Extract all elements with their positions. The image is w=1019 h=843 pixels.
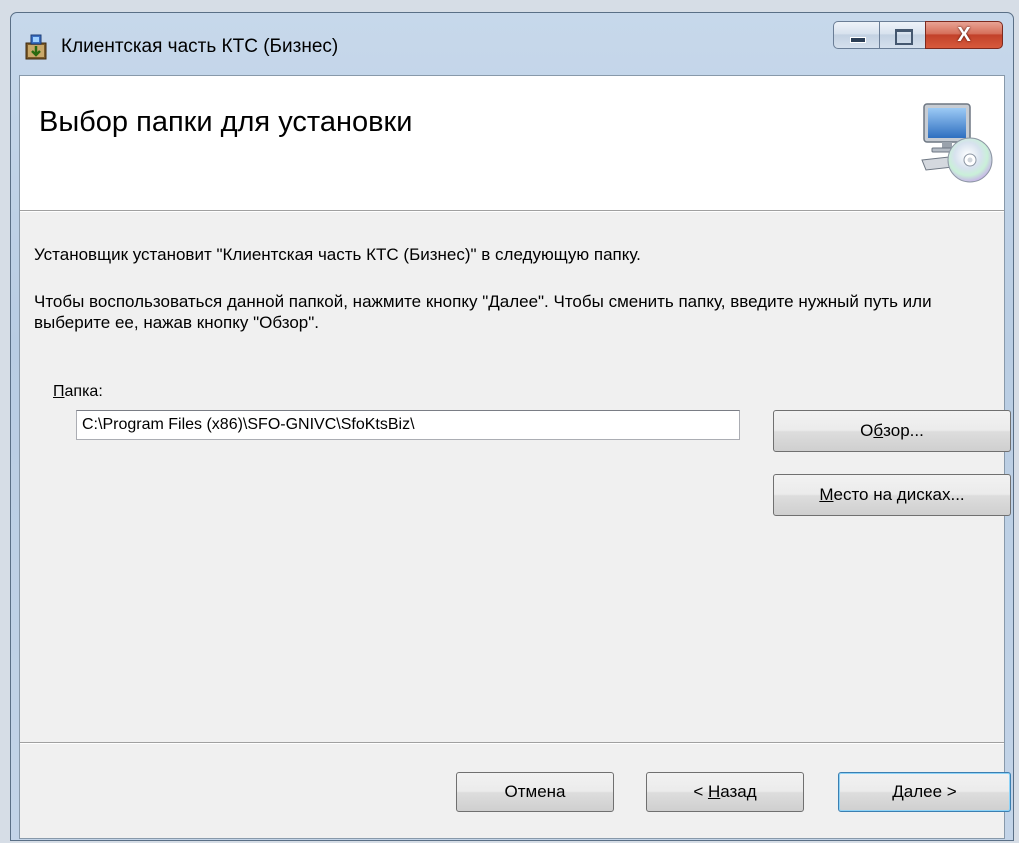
page-title: Выбор папки для установки (39, 106, 413, 138)
window-title: Клиентская часть КТС (Бизнес) (61, 36, 339, 57)
footer-divider-highlight (20, 743, 1004, 744)
dialog-client-area: Выбор папки для установки Установщик уст… (19, 75, 1011, 839)
browse-label-pre: О (860, 421, 874, 440)
computer-cd-icon (921, 103, 993, 183)
close-icon: X (957, 24, 971, 46)
back-label-post: азад (720, 782, 757, 801)
folder-label: Папка: (53, 383, 103, 401)
folder-label-text: апка: (64, 383, 103, 400)
disk-cost-label: есто на дисках... (833, 485, 965, 504)
cancel-button[interactable]: Отмена (456, 772, 614, 812)
back-label-accesskey: Н (707, 782, 721, 801)
back-label-pre: < (693, 782, 708, 801)
banner-separator (20, 211, 1004, 212)
installer-window: Клиентская часть КТС (Бизнес) X Выбор па… (10, 12, 1014, 841)
browse-button[interactable]: Об зор... (773, 410, 1011, 452)
disk-cost-accesskey: М (819, 485, 834, 504)
installer-app-icon (25, 34, 47, 60)
header-banner: Выбор папки для установки (20, 76, 1004, 211)
disk-cost-button[interactable]: Место на дисках... (773, 474, 1011, 516)
back-button[interactable]: < Назад (646, 772, 804, 812)
caption-buttons: X (833, 21, 1003, 51)
minimize-button[interactable] (833, 21, 879, 49)
next-button[interactable]: Далее > (838, 772, 1011, 812)
intro-text: Установщик установит "Клиентская часть К… (34, 245, 641, 264)
folder-label-accesskey: П (53, 383, 65, 400)
minimize-icon (850, 37, 866, 43)
close-button[interactable]: X (925, 21, 1003, 49)
folder-path-input[interactable] (76, 410, 740, 440)
maximize-icon (895, 29, 913, 45)
title-bar[interactable]: Клиентская часть КТС (Бизнес) X (11, 13, 1013, 73)
browse-label-post: зор... (883, 421, 924, 440)
instructions-text: Чтобы воспользоваться данной папкой, наж… (34, 292, 932, 332)
maximize-button[interactable] (879, 21, 925, 49)
browse-label-accesskey: б (873, 421, 884, 440)
